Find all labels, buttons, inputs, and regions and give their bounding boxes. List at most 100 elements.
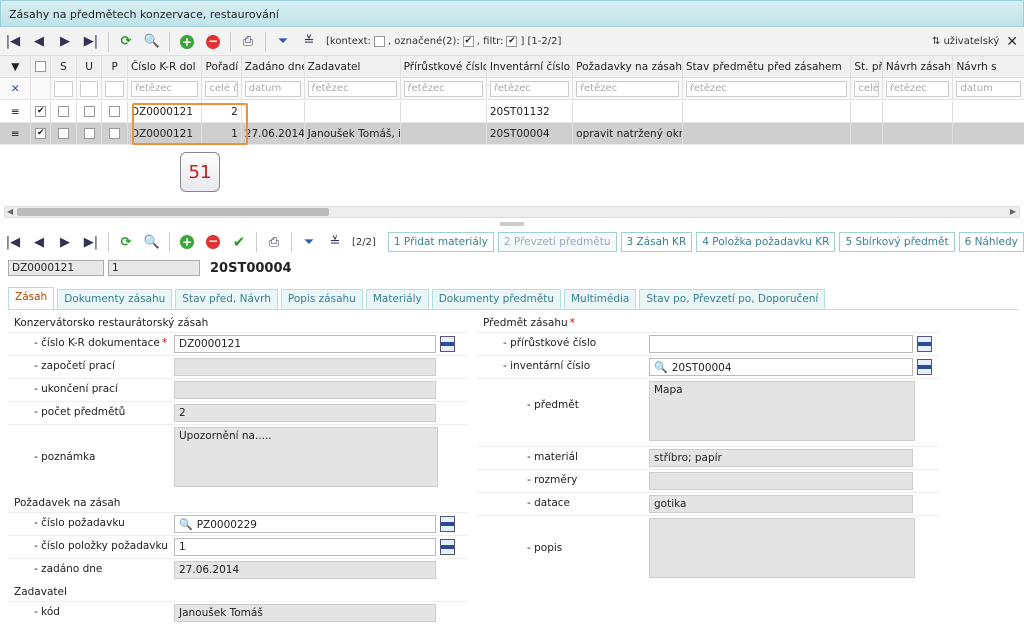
print-icon[interactable]: ⎙: [235, 30, 261, 54]
picker-icon[interactable]: [917, 336, 932, 352]
user-sort[interactable]: ⇅ uživatelský ✕: [932, 34, 1018, 50]
filter-input-u[interactable]: [79, 80, 99, 97]
last-record-icon[interactable]: ▶|: [78, 30, 104, 54]
context-checkbox[interactable]: [373, 36, 385, 47]
filter-input[interactable]: řetězec: [685, 80, 848, 97]
refresh-icon[interactable]: ⟳: [113, 30, 139, 54]
description-field[interactable]: [649, 518, 915, 578]
print-icon[interactable]: ⎙: [261, 230, 287, 254]
col-header[interactable]: Požadavky na zásah: [573, 56, 683, 77]
filter-input[interactable]: řetězec: [489, 80, 570, 97]
settings-icon[interactable]: ✕: [1006, 34, 1018, 50]
select-all-checkbox[interactable]: [31, 56, 52, 77]
picker-icon[interactable]: [440, 336, 455, 352]
filter-input[interactable]: řetězec: [576, 80, 679, 97]
marked-checkbox[interactable]: [462, 36, 474, 47]
tab-stav-pred[interactable]: Stav před, Návrh: [175, 289, 278, 309]
search-icon[interactable]: 🔍: [654, 361, 668, 374]
filter-input[interactable]: řetězec: [130, 80, 199, 97]
row-menu-icon[interactable]: ≡: [0, 123, 32, 144]
filter-input-p[interactable]: [105, 80, 124, 97]
filter-input[interactable]: řetězec: [885, 80, 950, 97]
horizontal-scrollbar[interactable]: ◀ ▶: [4, 206, 1020, 218]
col-header[interactable]: Inventární číslo: [487, 56, 574, 77]
col-header[interactable]: U: [77, 56, 103, 77]
col-header[interactable]: Číslo K-R dol: [128, 56, 203, 77]
col-header[interactable]: Zadavatel: [305, 56, 401, 77]
next-record-icon[interactable]: ▶: [52, 230, 78, 254]
scrollbar-thumb[interactable]: [17, 208, 329, 216]
row-u-checkbox[interactable]: [77, 123, 103, 144]
first-record-icon[interactable]: |◀: [0, 30, 26, 54]
filter-icon[interactable]: ⏷: [296, 230, 322, 254]
funnel-icon[interactable]: ▼: [0, 56, 32, 77]
tab-popis-zasahu[interactable]: Popis zásahu: [280, 289, 363, 309]
tab-stav-po[interactable]: Stav po, Převzetí po, Doporučení: [639, 289, 826, 309]
search-icon[interactable]: 🔍: [179, 518, 193, 531]
delete-icon[interactable]: −: [200, 230, 226, 254]
filter-checkbox[interactable]: [506, 36, 518, 47]
filter-input-s[interactable]: [54, 80, 73, 97]
search-icon[interactable]: 🔍: [139, 230, 165, 254]
add-icon[interactable]: +: [174, 230, 200, 254]
prev-record-icon[interactable]: ◀: [26, 30, 52, 54]
row-checkbox[interactable]: [31, 123, 52, 144]
col-header[interactable]: Zadáno dne: [242, 56, 305, 77]
object-field[interactable]: Mapa: [649, 381, 915, 441]
collection-object-button[interactable]: 5 Sbírkový předmět: [839, 232, 955, 252]
filter-input[interactable]: datum: [956, 80, 1022, 97]
picker-icon[interactable]: [440, 516, 455, 532]
add-materials-button[interactable]: 1 Přidat materiály: [387, 232, 494, 252]
col-header[interactable]: St. př: [851, 56, 883, 77]
col-header[interactable]: Pořadí: [202, 56, 242, 77]
accession-field[interactable]: [649, 335, 913, 353]
picker-icon[interactable]: [440, 539, 455, 555]
confirm-icon[interactable]: ✔: [226, 230, 252, 254]
row-menu-icon[interactable]: ≡: [0, 101, 32, 122]
filter-clear-icon[interactable]: ≚: [296, 30, 322, 54]
col-header[interactable]: P: [102, 56, 128, 77]
row-checkbox[interactable]: [31, 101, 52, 122]
scroll-left-icon[interactable]: ◀: [7, 207, 13, 216]
tab-dokumenty-zasahu[interactable]: Dokumenty zásahu: [57, 289, 173, 309]
col-header[interactable]: Přírůstkové číslo: [401, 56, 487, 77]
doc-number-field[interactable]: DZ0000121: [174, 335, 436, 353]
clear-filter-icon[interactable]: ✕: [0, 78, 32, 99]
filter-icon[interactable]: ⏷: [270, 30, 296, 54]
last-record-icon[interactable]: ▶|: [78, 230, 104, 254]
row-s-checkbox[interactable]: [51, 123, 77, 144]
row-p-checkbox[interactable]: [102, 123, 128, 144]
tab-multimedia[interactable]: Multimédia: [563, 289, 637, 309]
prev-record-icon[interactable]: ◀: [26, 230, 52, 254]
add-icon[interactable]: +: [174, 30, 200, 54]
inventory-field[interactable]: 🔍 20ST00004: [649, 358, 913, 376]
object-handover-button[interactable]: 2 Převzetí předmětu: [497, 232, 617, 252]
tab-dokumenty-predmetu[interactable]: Dokumenty předmětu: [431, 289, 561, 309]
tab-zasah[interactable]: Zásah: [8, 287, 55, 309]
filter-input[interactable]: řetězec: [403, 80, 483, 97]
refresh-icon[interactable]: ⟳: [113, 230, 139, 254]
filter-input[interactable]: řetězec: [307, 80, 397, 97]
filter-input[interactable]: celé: [854, 80, 879, 97]
filter-input[interactable]: datum: [244, 80, 301, 97]
col-header[interactable]: S: [51, 56, 77, 77]
filter-clear-icon[interactable]: ≚: [322, 230, 348, 254]
item-field[interactable]: 1: [174, 538, 436, 556]
search-icon[interactable]: 🔍: [139, 30, 165, 54]
row-s-checkbox[interactable]: [51, 101, 77, 122]
col-header[interactable]: Stav předmětu před zásahem: [683, 56, 852, 77]
picker-icon[interactable]: [917, 359, 932, 375]
splitter-handle[interactable]: [500, 222, 524, 226]
request-field[interactable]: 🔍 PZ0000229: [174, 515, 436, 533]
col-header[interactable]: Návrh zásahu: [883, 56, 954, 77]
note-field[interactable]: Upozornění na.....: [174, 427, 438, 487]
intervention-kr-button[interactable]: 3 Zásah KR: [620, 232, 693, 252]
scroll-right-icon[interactable]: ▶: [1010, 207, 1016, 216]
request-item-kr-button[interactable]: 4 Položka požadavku KR: [696, 232, 836, 252]
previews-button[interactable]: 6 Náhledy: [958, 232, 1024, 252]
delete-icon[interactable]: −: [200, 30, 226, 54]
first-record-icon[interactable]: |◀: [0, 230, 26, 254]
col-header[interactable]: Návrh s: [953, 56, 1024, 77]
row-p-checkbox[interactable]: [102, 101, 128, 122]
tab-materialy[interactable]: Materiály: [365, 289, 429, 309]
